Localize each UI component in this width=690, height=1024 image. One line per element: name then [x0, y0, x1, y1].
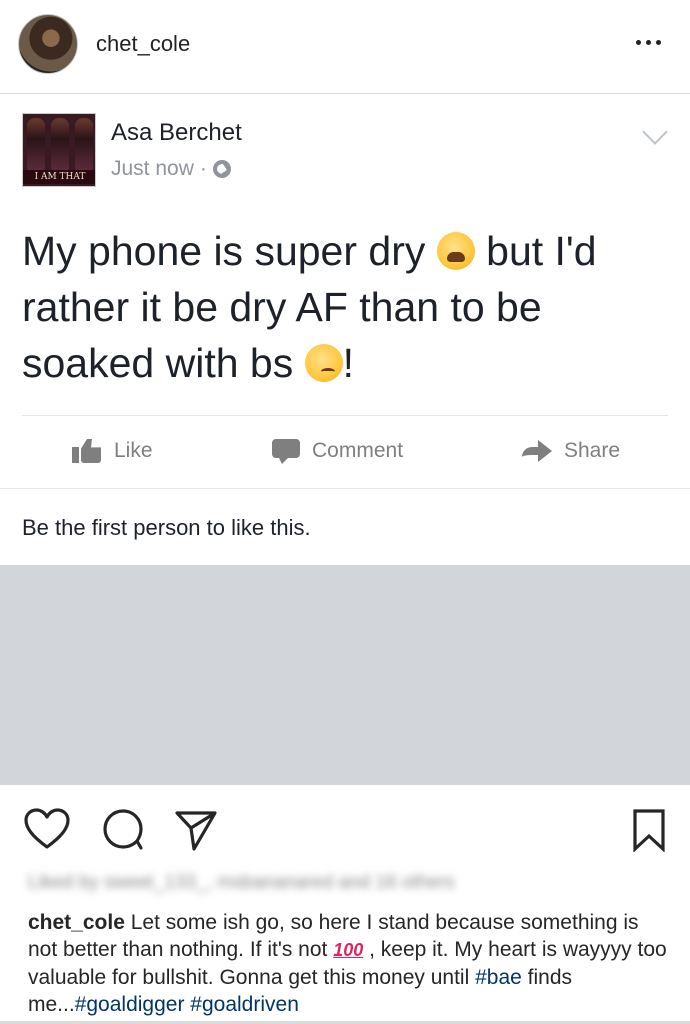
- comment-icon[interactable]: [102, 808, 144, 850]
- smirking-face-emoji-icon: [304, 344, 343, 382]
- facebook-post-text: My phone is super dry but I'd rather it …: [22, 223, 662, 391]
- user-avatar[interactable]: [18, 14, 78, 74]
- liked-by-text[interactable]: Liked by sweet_133_, msbananared and 16 …: [28, 872, 455, 894]
- instagram-post-header: chet_cole: [0, 0, 690, 94]
- weary-face-emoji-icon: [436, 232, 475, 270]
- like-label: Like: [114, 439, 153, 462]
- facebook-author-avatar: I AM THAT GIRL: [22, 113, 96, 187]
- bookmark-icon[interactable]: [632, 808, 666, 852]
- share-label: Share: [564, 439, 621, 462]
- post-text-part-3: !: [342, 340, 355, 386]
- thumbs-up-icon: [72, 439, 102, 463]
- hundred-points-emoji-icon: 100: [333, 940, 364, 960]
- comment-bubble-icon: [272, 439, 300, 464]
- comment-action: Comment: [272, 439, 404, 464]
- avatar-banner-text: I AM THAT GIRL: [23, 170, 95, 184]
- instagram-action-bar: [0, 786, 690, 866]
- post-text-part-1: My phone is super dry: [22, 228, 437, 274]
- like-action: Like: [72, 439, 153, 463]
- facebook-author-name: Asa Berchet: [111, 119, 242, 146]
- share-action: Share: [522, 439, 620, 463]
- heart-icon[interactable]: [24, 808, 70, 850]
- send-icon[interactable]: [174, 808, 218, 852]
- post-caption: chet_cole Let some ish go, so here I sta…: [28, 909, 668, 1018]
- chevron-down-icon: [642, 119, 668, 145]
- post-username[interactable]: chet_cole: [96, 31, 190, 57]
- more-options-icon[interactable]: [634, 30, 664, 54]
- comment-label: Comment: [312, 439, 404, 462]
- likes-summary: Be the first person to like this.: [22, 515, 311, 540]
- globe-icon: [212, 160, 231, 178]
- divider: [0, 488, 690, 489]
- post-timestamp: Just now: [111, 157, 194, 180]
- share-arrow-icon: [522, 439, 552, 463]
- divider: [22, 415, 668, 416]
- empty-image-area: [0, 565, 690, 785]
- hashtag-bae[interactable]: #bae: [475, 966, 522, 989]
- meta-separator: ·: [199, 157, 207, 180]
- caption-username[interactable]: chet_cole: [28, 911, 125, 934]
- shared-facebook-screenshot: I AM THAT GIRL Asa Berchet Just now · My…: [0, 95, 690, 565]
- hashtag-goaldriven[interactable]: #goaldriven: [190, 993, 299, 1016]
- facebook-action-bar: Like Comment Share: [0, 417, 690, 487]
- facebook-post-meta: Just now ·: [111, 157, 231, 181]
- hashtag-goaldigger[interactable]: #goaldigger: [75, 993, 185, 1016]
